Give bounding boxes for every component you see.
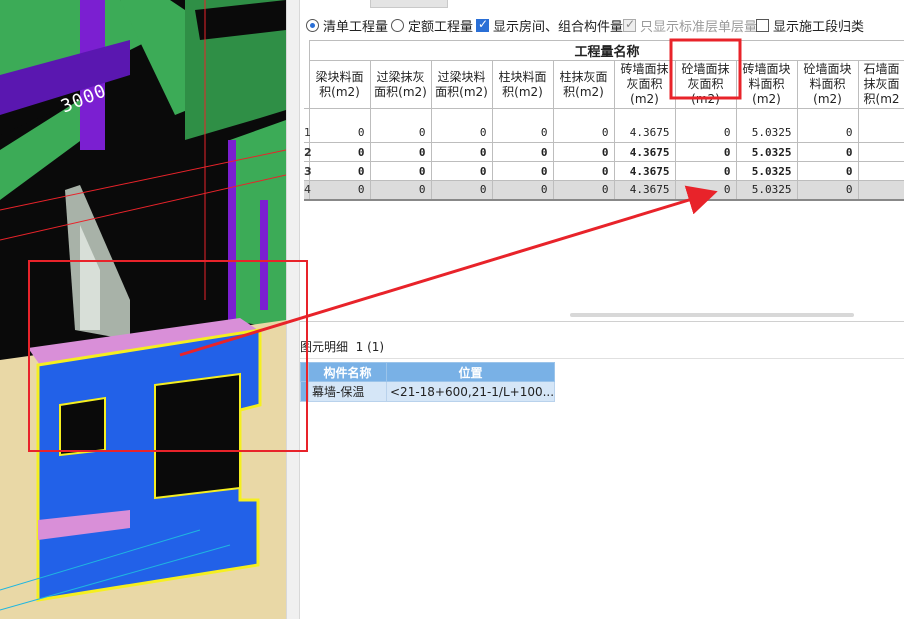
table-cell[interactable]: 0 (674, 142, 737, 162)
show-rooms-checkbox[interactable]: 显示房间、组合构件量 (476, 17, 624, 35)
show-construction-segment-checkbox[interactable]: 显示施工段归类 (756, 17, 865, 35)
column-header[interactable]: 过梁抹灰面积(m2) (369, 60, 432, 109)
group-header: 工程量名称 (308, 40, 904, 61)
table-cell[interactable]: 0 (796, 142, 859, 162)
table-cell[interactable]: 0 (369, 161, 432, 181)
element-detail-count: 1 (1) (355, 340, 385, 354)
detail-divider (300, 358, 904, 359)
table-cell[interactable]: 0 (308, 161, 371, 181)
list-quantity-label: 清单工程量 (323, 19, 389, 35)
column-header[interactable]: 砖墙面抹灰面积(m2) (613, 60, 676, 109)
table-cell[interactable]: 0 (491, 142, 554, 162)
table-cell[interactable]: 4.3675 (613, 161, 676, 181)
quantity-panel: 清单工程量 定额工程量 显示房间、组合构件量 只显示标准层单层量 显示施工段归类 (300, 0, 904, 619)
table-cell[interactable]: 5.0325 (735, 180, 798, 201)
component-name-cell[interactable]: 幕墙-保温 (308, 381, 387, 402)
show-rooms-label: 显示房间、组合构件量 (493, 19, 624, 35)
quota-quantity-radio[interactable]: 定额工程量 (391, 17, 474, 35)
wall-opening-left (59, 396, 106, 457)
table-cell[interactable]: 0 (552, 142, 615, 162)
checkbox-indicator[interactable] (756, 18, 769, 32)
table-cell[interactable]: 0 (796, 161, 859, 181)
table-cell[interactable]: 4.3675 (613, 180, 676, 201)
table-cell[interactable]: 0 (430, 108, 493, 143)
table-cell[interactable]: 0 (369, 180, 432, 201)
element-detail-table: 构件名称 位置 幕墙-保温 <21-18+600,21-1/L+100... (300, 362, 556, 402)
table-cell[interactable]: 0 (674, 180, 737, 201)
purple-post (228, 140, 236, 320)
table-cell[interactable]: 0 (308, 180, 371, 201)
table-cell[interactable]: 0 (796, 180, 859, 201)
table-cell[interactable]: 0 (491, 161, 554, 181)
table-cell[interactable]: 0 (491, 108, 554, 143)
table-cell[interactable]: 0 (430, 142, 493, 162)
column-header-position[interactable]: 位置 (385, 362, 556, 382)
column-header[interactable]: 石墙面抹灰面积(m2 (857, 60, 904, 109)
table-cell[interactable] (857, 161, 904, 181)
quantity-table: 工程量名称 梁块料面积(m2) 过梁抹灰面积(m2) 过梁块料面积(m2) 柱块… (304, 40, 904, 201)
element-detail-title: 图元明细 1 (1) (300, 338, 384, 355)
table-cell[interactable]: 0 (308, 108, 371, 143)
table-cell[interactable]: 4.3675 (613, 108, 676, 143)
checkbox-indicator[interactable] (476, 17, 489, 32)
table-cell[interactable]: 0 (796, 108, 859, 143)
table-cell[interactable]: 5.0325 (735, 142, 798, 162)
table-cell[interactable]: 5.0325 (735, 108, 798, 143)
table-cell[interactable]: 0 (430, 180, 493, 201)
table-cell[interactable]: 0 (308, 142, 371, 162)
list-quantity-radio[interactable]: 清单工程量 (306, 17, 389, 35)
table-cell[interactable]: 5.0325 (735, 161, 798, 181)
position-cell[interactable]: <21-18+600,21-1/L+100... (385, 381, 556, 402)
standard-floor-only-checkbox[interactable]: 只显示标准层单层量 (623, 17, 758, 35)
column-header[interactable]: 砼墙面块料面积(m2) (796, 60, 859, 109)
column-header[interactable]: 梁块料面积(m2) (308, 60, 371, 109)
table-row[interactable]: 3 0 0 0 0 0 4.3675 0 5.0325 0 (304, 161, 904, 181)
panel-splitter[interactable] (286, 0, 300, 619)
table-row[interactable]: 2 0 0 0 0 0 4.3675 0 5.0325 0 (304, 142, 904, 162)
row-indicator (300, 381, 309, 402)
table-cell[interactable]: 0 (491, 180, 554, 201)
column-headers: 梁块料面积(m2) 过梁抹灰面积(m2) 过梁块料面积(m2) 柱块料面积(m2… (304, 60, 904, 109)
wall-opening-right (154, 372, 241, 500)
column-header-component-name[interactable]: 构件名称 (308, 362, 387, 382)
column-header[interactable]: 过梁块料面积(m2) (430, 60, 493, 109)
table-cell[interactable]: 0 (369, 142, 432, 162)
pane-divider[interactable] (300, 321, 904, 322)
horizontal-scrollbar[interactable] (570, 313, 854, 317)
table-row-selected[interactable]: 4 0 0 0 0 0 4.3675 0 5.0325 0 (304, 180, 904, 201)
options-bar: 清单工程量 定额工程量 显示房间、组合构件量 只显示标准层单层量 显示施工段归类 (300, 14, 904, 36)
panel-tab[interactable] (370, 0, 448, 8)
column-header[interactable]: 砖墙面块料面积(m2) (735, 60, 798, 109)
table-row[interactable]: 1 0 0 0 0 0 4.3675 0 5.0325 0 (304, 108, 904, 143)
table-cell[interactable]: 0 (674, 161, 737, 181)
column-header[interactable]: 砼墙面抹灰面积(m2) (674, 60, 737, 109)
table-cell[interactable]: 0 (674, 108, 737, 143)
quota-quantity-label: 定额工程量 (408, 19, 474, 35)
radio-indicator[interactable] (306, 18, 319, 32)
checkbox-indicator[interactable] (623, 17, 636, 32)
show-construction-segment-label: 显示施工段归类 (773, 19, 865, 35)
standard-floor-only-label: 只显示标准层单层量 (640, 19, 758, 35)
column-header[interactable]: 柱块料面积(m2) (491, 60, 554, 109)
detail-corner (300, 362, 309, 382)
table-cell[interactable] (857, 180, 904, 201)
model-scene[interactable] (0, 0, 286, 619)
radio-indicator[interactable] (391, 18, 404, 32)
table-cell[interactable]: 0 (552, 180, 615, 201)
table-cell[interactable] (857, 142, 904, 162)
table-cell[interactable]: 0 (552, 108, 615, 143)
table-cell[interactable] (857, 108, 904, 143)
table-cell[interactable]: 0 (369, 108, 432, 143)
table-cell[interactable]: 0 (430, 161, 493, 181)
3d-viewport[interactable]: 3000 (0, 0, 286, 619)
table-cell[interactable]: 0 (552, 161, 615, 181)
table-cell[interactable]: 4.3675 (613, 142, 676, 162)
column-header[interactable]: 柱抹灰面积(m2) (552, 60, 615, 109)
detail-row[interactable]: 幕墙-保温 <21-18+600,21-1/L+100... (300, 381, 556, 402)
element-detail-label: 图元明细 (300, 340, 349, 354)
